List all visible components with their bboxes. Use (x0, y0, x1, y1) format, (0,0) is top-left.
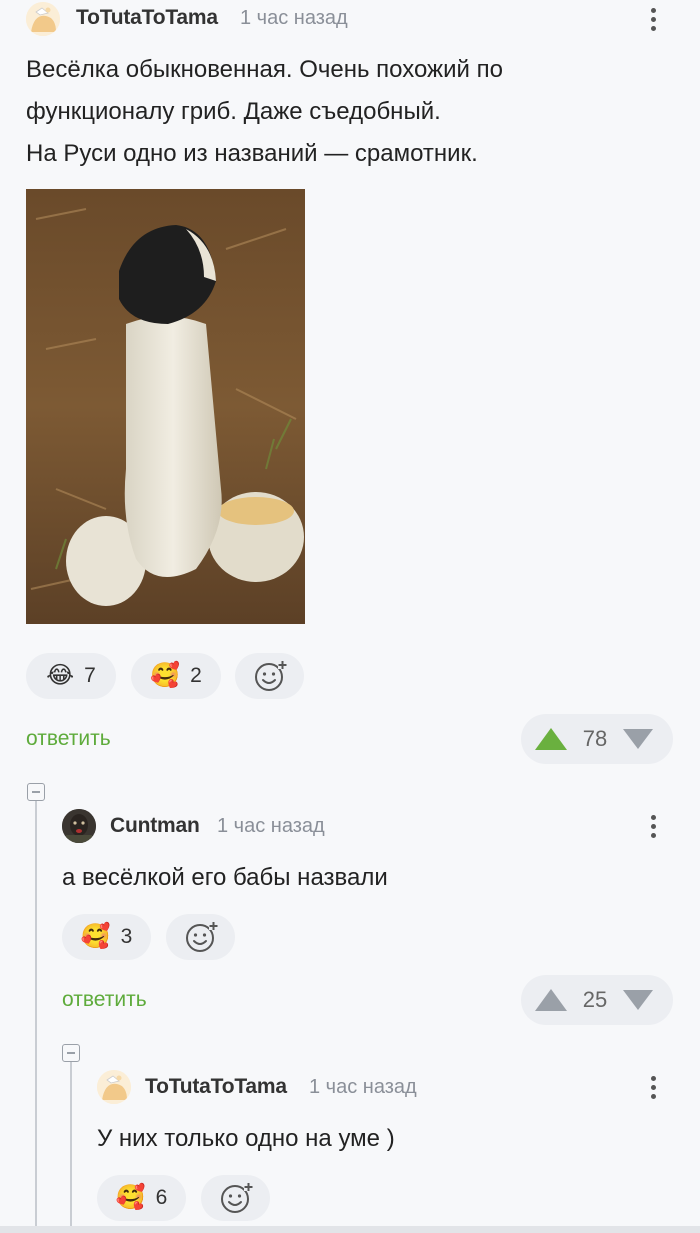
add-reaction-button[interactable] (166, 914, 235, 960)
collapse-thread-toggle[interactable] (27, 783, 45, 801)
user-avatar-icon (62, 809, 96, 843)
reply-link[interactable]: ответить (26, 727, 111, 751)
add-reaction-icon (254, 660, 287, 691)
add-reaction-button[interactable] (201, 1175, 270, 1221)
add-reaction-button[interactable] (235, 653, 304, 699)
avatar[interactable] (97, 1070, 131, 1104)
reaction-count: 3 (120, 925, 133, 948)
comment-time: 1 час назад (309, 1076, 417, 1098)
thread-line (35, 801, 37, 1233)
comment-text: У них только одно на уме ) (97, 1125, 395, 1152)
comment-text: Весёлка обыкновенная. Очень похожий по ф… (26, 49, 686, 175)
mushroom-photo (26, 189, 305, 624)
upvote-icon[interactable] (535, 728, 567, 750)
reaction-hearts[interactable]: 🥰 6 (97, 1175, 186, 1221)
comment-author[interactable]: ToTutaToTama (76, 6, 218, 30)
more-menu-icon[interactable] (638, 809, 668, 843)
downvote-icon[interactable] (623, 990, 653, 1010)
thread-line (70, 1062, 72, 1233)
more-menu-icon[interactable] (638, 1070, 668, 1104)
reply-link[interactable]: ответить (62, 988, 147, 1012)
downvote-icon[interactable] (623, 729, 653, 749)
comment-time: 1 час назад (240, 7, 348, 29)
rating-value: 78 (582, 726, 608, 751)
upvote-icon[interactable] (535, 989, 567, 1011)
reaction-count: 7 (84, 664, 96, 687)
reaction-laugh[interactable]: 😂 7 (26, 653, 116, 699)
comment-text-line: Весёлка обыкновенная. Очень похожий по (26, 56, 503, 83)
reaction-count: 6 (155, 1186, 168, 1209)
laughing-emoji-icon: 😂 (46, 662, 75, 689)
hearts-face-emoji-icon: 🥰 (80, 923, 111, 950)
cat-avatar-icon (26, 2, 60, 36)
cat-avatar-icon (97, 1070, 131, 1104)
rating-widget: 78 (521, 714, 673, 764)
comment-image[interactable] (26, 189, 305, 624)
reaction-hearts[interactable]: 🥰 3 (62, 914, 151, 960)
comment-author[interactable]: Cuntman (110, 814, 200, 838)
hearts-face-emoji-icon: 🥰 (150, 662, 181, 689)
comment-text: а весёлкой его бабы назвали (62, 864, 388, 891)
comment-author[interactable]: ToTutaToTama (145, 1075, 287, 1099)
bottom-divider (0, 1226, 700, 1233)
add-reaction-icon (185, 921, 218, 952)
comment-text-line: На Руси одно из названий — срамотник. (26, 140, 478, 167)
reaction-hearts[interactable]: 🥰 2 (131, 653, 221, 699)
more-menu-icon[interactable] (638, 2, 668, 36)
comment-text-line: функционалу гриб. Даже съедобный. (26, 98, 441, 125)
reaction-count: 2 (190, 664, 202, 687)
avatar[interactable] (26, 2, 60, 36)
add-reaction-icon (220, 1182, 253, 1213)
comment-time: 1 час назад (217, 815, 325, 837)
rating-widget: 25 (521, 975, 673, 1025)
rating-value: 25 (582, 987, 608, 1012)
hearts-face-emoji-icon: 🥰 (115, 1184, 146, 1211)
collapse-thread-toggle[interactable] (62, 1044, 80, 1062)
avatar[interactable] (62, 809, 96, 843)
